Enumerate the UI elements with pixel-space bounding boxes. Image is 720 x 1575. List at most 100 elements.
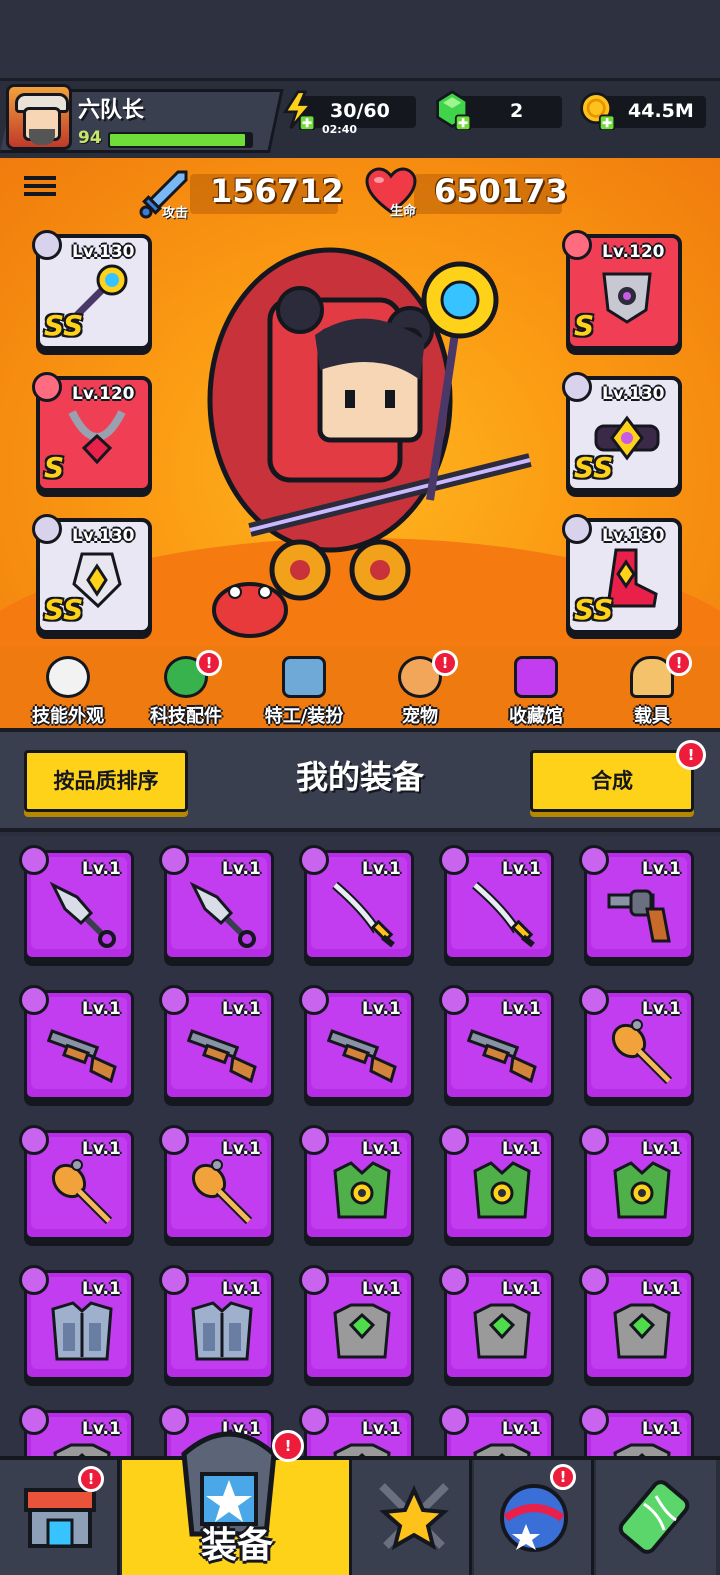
nav-shop[interactable]: ! (0, 1460, 120, 1575)
item-type-icon (299, 1125, 329, 1155)
slot-level: Lv.130 (602, 384, 665, 404)
equipment-item[interactable]: Lv.1 (159, 1265, 274, 1380)
equipment-item[interactable]: Lv.1 (19, 1265, 134, 1380)
item-type-icon (19, 985, 49, 1015)
katana-icon (332, 881, 395, 948)
equipment-item[interactable]: Lv.1 (159, 1125, 274, 1240)
equipment-item[interactable]: Lv.1 (19, 845, 134, 960)
slot-level: Lv.130 (72, 242, 135, 262)
equipment-item[interactable]: Lv.1 (439, 985, 554, 1100)
item-type-icon (579, 985, 609, 1015)
item-type-icon (19, 845, 49, 875)
equipment-item[interactable]: Lv.1 (579, 1405, 694, 1456)
item-type-icon (579, 1125, 609, 1155)
equipment-item[interactable]: Lv.1 (299, 1125, 414, 1240)
heavy-armor-icon (602, 272, 652, 324)
equipment-item[interactable]: Lv.1 (579, 985, 694, 1100)
gold-coin-icon[interactable] (578, 90, 618, 130)
nav-gene[interactable] (596, 1460, 716, 1575)
function-label: 科技配件 (150, 706, 222, 727)
slot-weapon[interactable]: Lv.130 SS (32, 230, 152, 350)
skill-skin-button[interactable]: 技能外观 (18, 656, 118, 728)
equipment-item-level: Lv.1 (82, 1139, 121, 1159)
gold-value: 44.5M (628, 100, 694, 122)
nav-battle[interactable] (352, 1460, 472, 1575)
equipment-item-level: Lv.1 (362, 1279, 401, 1299)
sort-by-quality-button[interactable]: 按品质排序 (24, 750, 188, 812)
xp-bar-fill (108, 132, 248, 148)
alert-badge: ! (196, 650, 222, 676)
equipment-item[interactable]: Lv.1 (299, 845, 414, 960)
skill-skin-icon (46, 656, 90, 698)
green-armor-icon (473, 1161, 531, 1219)
equipment-item-level: Lv.1 (222, 1139, 261, 1159)
armor-type-icon (562, 230, 592, 260)
equipment-item[interactable]: Lv.1 (159, 845, 274, 960)
equipment-item-level: Lv.1 (642, 859, 681, 879)
bat-icon (191, 1159, 253, 1225)
merge-button[interactable]: 合成 (530, 750, 694, 812)
equipment-item[interactable]: Lv.1 (579, 1265, 694, 1380)
slot-armor[interactable]: Lv.120 S (562, 230, 682, 350)
player-avatar[interactable] (6, 84, 72, 150)
equipment-item[interactable]: Lv.1 (439, 1405, 554, 1456)
avatar-beard (29, 129, 55, 145)
equipment-item[interactable]: Lv.1 (579, 845, 694, 960)
equipment-title: 我的装备 (295, 758, 424, 796)
vehicle-button[interactable]: ! 载具 (602, 650, 702, 728)
steel-armor-icon (191, 1301, 253, 1361)
item-type-icon (159, 845, 189, 875)
equipment-item-level: Lv.1 (502, 1279, 541, 1299)
equipment-item[interactable]: Lv.1 (19, 985, 134, 1100)
equipment-item-level: Lv.1 (362, 1419, 401, 1439)
function-label: 特工/装扮 (264, 706, 344, 727)
slot-necklace[interactable]: Lv.120 S (32, 372, 152, 492)
equipment-item-level: Lv.1 (362, 1139, 401, 1159)
menu-list-icon[interactable] (24, 172, 56, 204)
tech-parts-button[interactable]: ! 科技配件 (136, 650, 236, 728)
pet-button[interactable]: ! 宠物 (370, 650, 470, 728)
bat-icon (51, 1159, 113, 1225)
katana-icon (472, 881, 535, 948)
item-type-icon (159, 1125, 189, 1155)
nav-challenge[interactable]: ! (474, 1460, 594, 1575)
equipment-item[interactable]: Lv.1 (19, 1125, 134, 1240)
glove-type-icon (32, 514, 62, 544)
equipment-item[interactable]: Lv.1 (439, 845, 554, 960)
equipment-item[interactable]: Lv.1 (299, 1265, 414, 1380)
shotgun-icon (467, 1029, 537, 1084)
item-type-icon (159, 985, 189, 1015)
agent-costume-icon (282, 656, 326, 698)
equipment-item-level: Lv.1 (82, 999, 121, 1019)
item-type-icon (439, 845, 469, 875)
item-type-icon (299, 985, 329, 1015)
hp-value: 650173 (434, 172, 568, 210)
equipment-item-level: Lv.1 (222, 859, 261, 879)
slot-grade: S (574, 309, 595, 342)
equipment-item-level: Lv.1 (642, 1419, 681, 1439)
alert-badge: ! (272, 1430, 304, 1462)
gem-icon[interactable] (434, 90, 474, 130)
function-label: 宠物 (402, 706, 438, 727)
equipment-item[interactable]: Lv.1 (159, 985, 274, 1100)
slot-boots[interactable]: Lv.130 SS (562, 514, 682, 634)
weapon-type-icon (32, 230, 62, 260)
equipment-item-level: Lv.1 (502, 1139, 541, 1159)
collection-button[interactable]: 收藏馆 (486, 656, 586, 728)
equipment-item[interactable]: Lv.1 (19, 1405, 134, 1456)
stone-armor-icon (333, 1303, 391, 1359)
equipment-item[interactable]: Lv.1 (439, 1125, 554, 1240)
slot-belt[interactable]: Lv.130 SS (562, 372, 682, 492)
slot-glove[interactable]: Lv.130 SS (32, 514, 152, 634)
hero-character (207, 247, 532, 638)
equipment-item[interactable]: Lv.1 (299, 1405, 414, 1456)
stone-armor-icon (473, 1443, 531, 1456)
equipment-item[interactable]: Lv.1 (439, 1265, 554, 1380)
player-level: 94 (78, 128, 102, 148)
equipment-item[interactable]: Lv.1 (299, 985, 414, 1100)
agent-costume-button[interactable]: 特工/装扮 (254, 656, 354, 728)
shotgun-icon (187, 1029, 257, 1084)
item-type-icon (439, 1405, 469, 1435)
equipment-item-level: Lv.1 (642, 1279, 681, 1299)
equipment-item[interactable]: Lv.1 (579, 1125, 694, 1240)
